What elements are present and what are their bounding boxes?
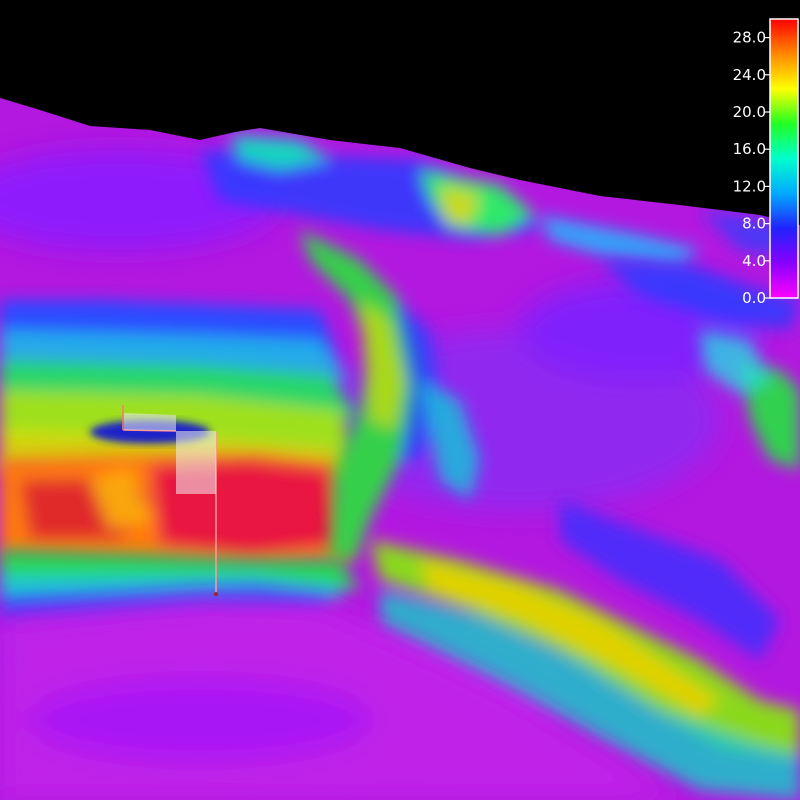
tick-label-2: 8.0: [742, 215, 766, 233]
color-scale-legend: 0.0 4.0 8.0 12.0 16.0 20.0 24.0 28.0: [733, 18, 799, 307]
tick-label-6: 24.0: [733, 66, 766, 84]
tick-label-5: 20.0: [733, 103, 766, 121]
terrain-scene[interactable]: [0, 0, 800, 800]
colorbar: [769, 18, 799, 299]
tick-label-7: 28.0: [733, 29, 766, 47]
tick-label-3: 12.0: [733, 177, 766, 195]
tick-label-1: 4.0: [742, 252, 766, 270]
tick-label-0: 0.0: [742, 289, 766, 307]
colorbar-ticks: 0.0 4.0 8.0 12.0 16.0 20.0 24.0 28.0: [733, 29, 772, 307]
tick-label-4: 16.0: [733, 140, 766, 158]
